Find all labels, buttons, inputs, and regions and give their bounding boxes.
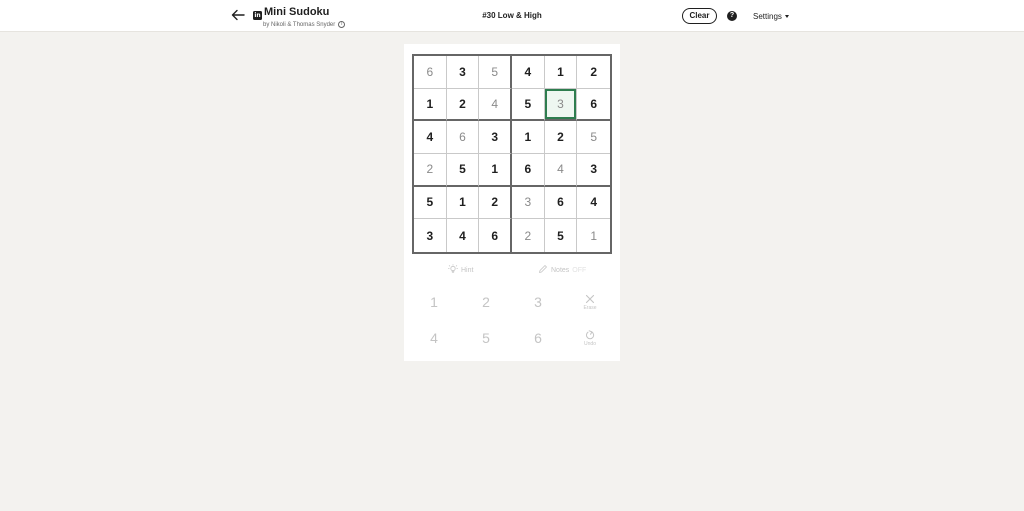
linkedin-icon: in (253, 11, 262, 20)
sudoku-cell[interactable]: 4 (447, 219, 480, 252)
top-bar: in Mini Sudoku by Nikoli & Thomas Snyder… (0, 0, 1024, 32)
notes-state: OFF (572, 266, 587, 274)
sudoku-cell[interactable]: 5 (545, 219, 578, 252)
sudoku-cell[interactable]: 3 (414, 219, 447, 252)
sudoku-grid: 635412124536463125251643512364346251 (412, 54, 612, 254)
sudoku-cell[interactable]: 6 (512, 154, 545, 187)
sudoku-cell[interactable]: 6 (446, 121, 480, 154)
game-panel: 635412124536463125251643512364346251 Hin… (404, 44, 620, 361)
close-icon (585, 294, 595, 304)
byline: by Nikoli & Thomas Snyder i (263, 21, 346, 28)
tool-row: Hint Notes OFF (404, 264, 620, 278)
erase-label: Erase (583, 304, 597, 311)
info-icon[interactable]: i (338, 21, 346, 28)
sudoku-cell[interactable]: 2 (577, 56, 610, 89)
undo-button[interactable]: Undo (570, 324, 610, 352)
sudoku-cell[interactable]: 1 (414, 88, 447, 122)
undo-label: Undo (584, 340, 596, 347)
sudoku-cell[interactable]: 4 (479, 88, 512, 122)
undo-icon (585, 329, 595, 340)
settings-label: Settings (753, 12, 782, 21)
sudoku-cell[interactable]: 3 (512, 186, 545, 220)
key-4[interactable]: 4 (414, 324, 454, 352)
sudoku-cell[interactable]: 4 (577, 187, 610, 220)
hint-label: Hint (461, 266, 474, 274)
key-3[interactable]: 3 (518, 288, 558, 316)
sudoku-cell[interactable]: 1 (512, 121, 545, 154)
sudoku-cell[interactable]: 4 (544, 154, 578, 187)
sudoku-cell[interactable]: 2 (512, 219, 545, 252)
sudoku-cell[interactable]: 1 (544, 56, 578, 89)
key-5[interactable]: 5 (466, 324, 506, 352)
sudoku-cell[interactable]: 6 (577, 89, 610, 122)
settings-menu-button[interactable]: Settings (753, 12, 789, 21)
sudoku-cell[interactable]: 2 (414, 154, 447, 187)
help-icon[interactable]: ? (727, 11, 737, 21)
sudoku-cell[interactable]: 2 (544, 121, 578, 154)
sudoku-cell[interactable]: 5 (577, 121, 610, 154)
sudoku-cell[interactable]: 1 (479, 154, 512, 187)
notes-label: Notes (551, 266, 570, 274)
hint-button[interactable]: Hint (448, 264, 473, 276)
sudoku-cell[interactable]: 1 (577, 219, 610, 252)
sudoku-cell[interactable]: 4 (512, 56, 545, 89)
lightbulb-icon (448, 264, 458, 276)
puzzle-title: #30 Low & High (482, 11, 542, 20)
sudoku-cell[interactable]: 3 (577, 154, 610, 187)
key-6[interactable]: 6 (518, 324, 558, 352)
sudoku-cell[interactable]: 5 (512, 88, 545, 122)
notes-toggle[interactable]: Notes OFF (538, 264, 586, 276)
sudoku-cell[interactable]: 3 (446, 56, 480, 89)
byline-text: by Nikoli & Thomas Snyder (263, 21, 336, 28)
sudoku-cell[interactable]: 3 (479, 121, 512, 154)
key-1[interactable]: 1 (414, 288, 454, 316)
erase-button[interactable]: Erase (570, 288, 610, 316)
sudoku-cell[interactable]: 2 (479, 186, 512, 220)
sudoku-cell[interactable]: 5 (479, 56, 512, 89)
clear-button[interactable]: Clear (682, 8, 717, 24)
back-arrow-icon[interactable] (230, 7, 246, 23)
sudoku-cell[interactable]: 5 (414, 186, 447, 220)
chevron-down-icon (784, 15, 789, 18)
key-2[interactable]: 2 (466, 288, 506, 316)
sudoku-cell[interactable]: 1 (446, 186, 480, 220)
app-title: Mini Sudoku (264, 6, 330, 18)
sudoku-cell[interactable]: 3 (544, 88, 578, 122)
pencil-icon (538, 264, 548, 276)
sudoku-cell[interactable]: 6 (479, 219, 512, 252)
sudoku-cell[interactable]: 2 (446, 88, 480, 122)
sudoku-cell[interactable]: 4 (414, 121, 447, 154)
sudoku-cell[interactable]: 5 (446, 154, 480, 187)
sudoku-cell[interactable]: 6 (414, 56, 447, 89)
sudoku-cell[interactable]: 6 (544, 186, 578, 220)
